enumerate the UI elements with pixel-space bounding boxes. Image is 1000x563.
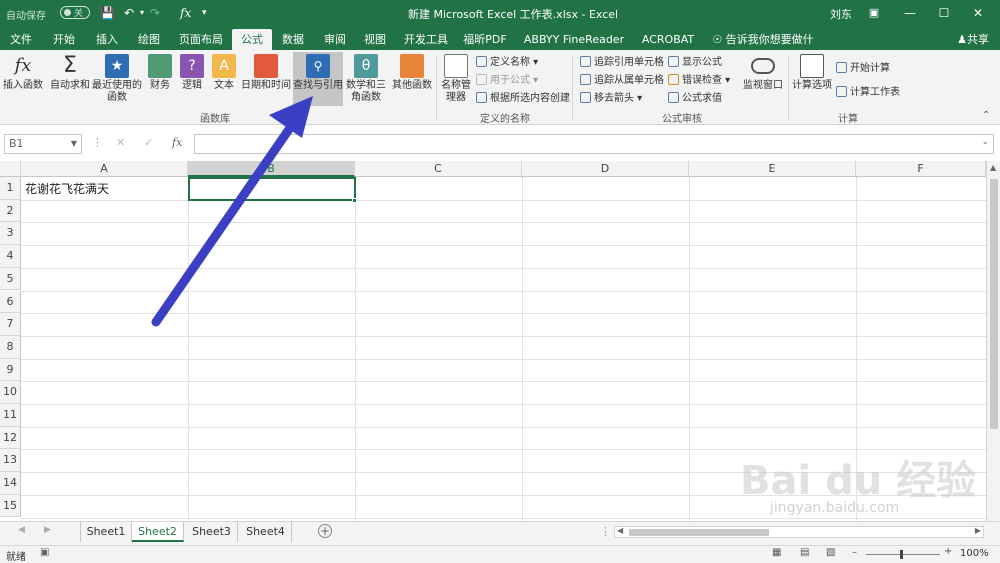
horizontal-scrollbar[interactable]: ◀ ▶ [614, 526, 984, 538]
zoom-level[interactable]: 100% [960, 548, 989, 559]
zoom-in-icon[interactable]: + [944, 546, 952, 557]
next-sheet-icon[interactable]: ▶ [44, 525, 51, 535]
sheet-tab-sheet2[interactable]: Sheet2 [132, 522, 184, 542]
zoom-slider-thumb[interactable] [900, 550, 903, 559]
tab-splitter-icon[interactable]: ⋮ [600, 525, 611, 538]
scroll-right-icon[interactable]: ▶ [975, 526, 981, 535]
annotation-arrow-line [151, 120, 297, 327]
sheet-tab-sheet1[interactable]: Sheet1 [80, 522, 132, 542]
sheet-tab-bar: ◀ ▶ Sheet1 Sheet2 Sheet3 Sheet4 + ⋮ ◀ ▶ [0, 521, 1000, 545]
add-sheet-icon[interactable]: + [318, 524, 332, 538]
prev-sheet-icon[interactable]: ◀ [18, 525, 25, 535]
page-layout-view-icon[interactable]: ▤ [800, 547, 809, 558]
zoom-slider[interactable] [866, 554, 940, 555]
sheet-tab-sheet4[interactable]: Sheet4 [240, 522, 292, 542]
page-break-view-icon[interactable]: ▧ [826, 547, 835, 558]
macro-record-icon[interactable]: ▣ [40, 547, 49, 558]
scroll-left-icon[interactable]: ◀ [617, 526, 623, 535]
sheet-tab-sheet3[interactable]: Sheet3 [186, 522, 238, 542]
baidu-watermark: Bai du 经验 [740, 458, 977, 504]
status-bar: 就绪 ▣ ▦ ▤ ▧ – + 100% [0, 545, 1000, 563]
baidu-watermark-url: jingyan.baidu.com [770, 500, 900, 516]
h-scroll-thumb[interactable] [629, 529, 769, 536]
status-ready: 就绪 [6, 552, 26, 563]
normal-view-icon[interactable]: ▦ [772, 547, 781, 558]
zoom-out-icon[interactable]: – [852, 547, 857, 558]
